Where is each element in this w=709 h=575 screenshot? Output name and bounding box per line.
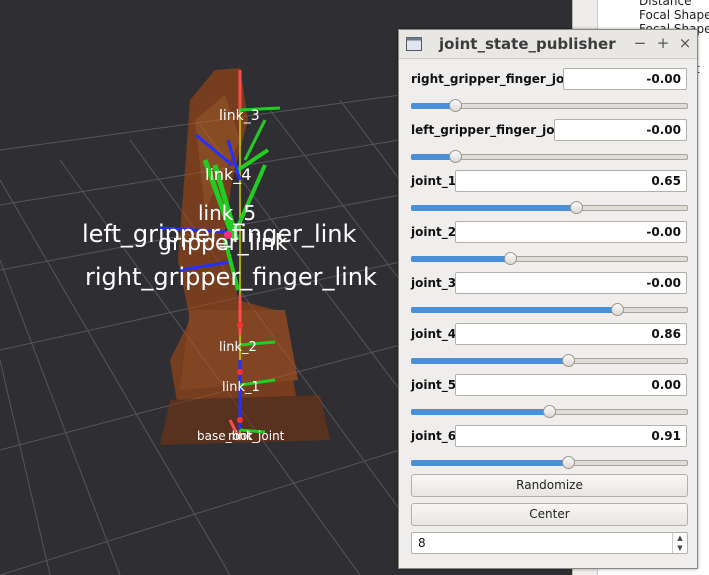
frame-label-link1: link_1 [222, 380, 260, 395]
joint-value-field[interactable]: 0.86 [455, 323, 687, 345]
frame-label-link3: link_3 [219, 108, 260, 124]
frame-label-link2: link_2 [219, 340, 257, 355]
property-focal-shape-size[interactable]: Focal Shape [639, 8, 709, 22]
joint-label: joint_2 [411, 225, 457, 239]
joint-state-publisher-window[interactable]: joint_state_publisher − + × right_grippe… [398, 29, 698, 569]
slider-fill [411, 460, 568, 466]
slider-handle[interactable] [570, 201, 583, 214]
slider-handle[interactable] [561, 456, 575, 469]
joint-slider[interactable] [411, 405, 688, 419]
slider-handle[interactable] [449, 99, 462, 112]
joint-slider[interactable] [411, 99, 688, 113]
slider-handle[interactable] [449, 150, 462, 163]
spinbox-value: 8 [418, 536, 426, 550]
joint-value-field[interactable]: 0.91 [455, 425, 687, 447]
joint-value-field[interactable]: 0.65 [455, 170, 687, 192]
joint-label: joint_3 [411, 276, 457, 290]
frame-label-link4: link_4 [205, 165, 251, 185]
slider-count-spinbox[interactable]: 8 ▲ ▼ [411, 532, 688, 554]
close-button[interactable]: × [676, 34, 694, 52]
joint-slider[interactable] [411, 456, 688, 470]
joint-label: joint_5 [411, 378, 457, 392]
joint-slider[interactable] [411, 252, 688, 266]
joint-label: joint_6 [411, 429, 457, 443]
joint-slider[interactable] [411, 303, 688, 317]
window-titlebar[interactable]: joint_state_publisher − + × [399, 30, 697, 59]
slider-handle[interactable] [561, 354, 575, 367]
joint-value-field[interactable]: -0.00 [455, 221, 687, 243]
joint-label: joint_4 [411, 327, 457, 341]
slider-fill [411, 358, 568, 364]
slider-fill [411, 205, 576, 211]
window-icon [406, 37, 422, 51]
joint-slider[interactable] [411, 201, 688, 215]
spinbox-arrows[interactable]: ▲ ▼ [672, 533, 687, 553]
frame-label-left-finger: left_gripper_finger_link [82, 220, 356, 248]
slider-handle[interactable] [611, 303, 625, 316]
joint-slider[interactable] [411, 150, 688, 164]
randomize-button[interactable]: Randomize [411, 474, 688, 497]
joint-value-field[interactable]: 0.00 [455, 374, 687, 396]
joint-value-field[interactable]: -0.00 [563, 68, 687, 90]
slider-fill [411, 409, 549, 415]
window-title: joint_state_publisher [439, 35, 616, 53]
center-button[interactable]: Center [411, 503, 688, 526]
slider-fill [411, 256, 510, 262]
slider-handle[interactable] [504, 252, 517, 265]
frame-label-root: root_joint [228, 429, 285, 443]
joint-value-field[interactable]: -0.00 [455, 272, 687, 294]
frame-label-right-finger: right_gripper_finger_link [85, 263, 377, 291]
joint-label: joint_1 [411, 174, 457, 188]
joint-value-field[interactable]: -0.00 [554, 119, 687, 141]
joint-label: left_gripper_finger_joint [411, 123, 573, 137]
property-distance[interactable]: Distance [639, 0, 691, 8]
joint-label: right_gripper_finger_joint [411, 72, 583, 86]
slider-fill [411, 307, 618, 313]
joint-slider[interactable] [411, 354, 688, 368]
minimize-button[interactable]: − [631, 34, 649, 52]
slider-handle[interactable] [542, 405, 556, 418]
maximize-button[interactable]: + [654, 34, 672, 52]
